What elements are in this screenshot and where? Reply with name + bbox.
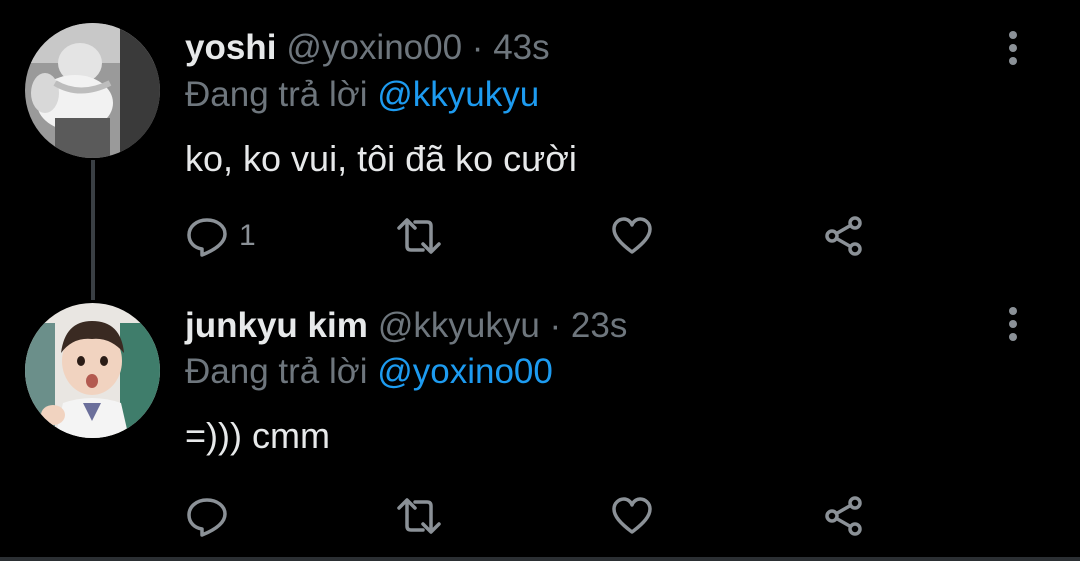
heart-icon	[612, 497, 652, 534]
retweet-icon	[397, 498, 441, 534]
tweet-junkyu-kim[interactable]: junkyu kim @kkyukyu · 23s Đang trả lời @y…	[0, 282, 1080, 557]
replying-prefix: Đang trả lời	[185, 352, 368, 391]
avatar-photo-color	[25, 303, 160, 438]
share-button[interactable]	[822, 493, 866, 539]
replying-to: Đang trả lời @kkyukyu	[185, 73, 539, 117]
heart-icon	[612, 217, 652, 254]
more-vertical-icon[interactable]	[1001, 30, 1025, 66]
avatar-photo-grayscale	[25, 23, 160, 158]
timestamp[interactable]: 43s	[493, 28, 549, 67]
share-icon	[825, 216, 862, 256]
replying-mention[interactable]: @yoxino00	[377, 352, 553, 391]
retweet-button[interactable]	[395, 213, 443, 259]
avatar-yoshi[interactable]	[25, 23, 160, 158]
reply-icon	[187, 498, 227, 537]
share-icon	[825, 496, 862, 536]
retweet-icon	[397, 218, 441, 254]
timestamp[interactable]: 23s	[571, 306, 627, 345]
tweet-text: =))) cmm	[185, 415, 330, 456]
tweet-actions: 1	[185, 213, 885, 259]
handle[interactable]: @kkyukyu	[378, 306, 540, 345]
more-vertical-icon[interactable]	[1001, 306, 1025, 342]
tweet-header: junkyu kim @kkyukyu · 23s	[185, 304, 627, 348]
handle-and-time: @yoxino00 · 43s	[286, 28, 549, 67]
like-button[interactable]	[610, 493, 654, 539]
reply-icon	[187, 218, 227, 257]
like-button[interactable]	[610, 213, 654, 259]
display-name[interactable]: yoshi	[185, 28, 276, 67]
handle[interactable]: @yoxino00	[286, 28, 462, 67]
tweet-actions	[185, 493, 885, 539]
share-button[interactable]	[822, 213, 866, 259]
avatar-junkyu-kim[interactable]	[25, 303, 160, 438]
tweet-header: yoshi @yoxino00 · 43s	[185, 26, 550, 70]
replying-prefix: Đang trả lời	[185, 75, 368, 114]
tweet-text: ko, ko vui, tôi đã ko cười	[185, 138, 577, 179]
replying-to: Đang trả lời @yoxino00	[185, 350, 553, 394]
reply-button[interactable]	[185, 493, 239, 539]
separator-dot: ·	[549, 306, 562, 345]
display-name[interactable]: junkyu kim	[185, 306, 368, 345]
retweet-button[interactable]	[395, 493, 443, 539]
handle-and-time: @kkyukyu · 23s	[378, 306, 628, 345]
reply-button[interactable]: 1	[185, 213, 256, 259]
reply-count: 1	[239, 219, 256, 252]
tweet-yoshi[interactable]: yoshi @yoxino00 · 43s Đang trả lời @kkyuk…	[0, 0, 1080, 282]
replying-mention[interactable]: @kkyukyu	[377, 75, 539, 114]
separator-dot: ·	[471, 28, 484, 67]
bottom-divider	[0, 557, 1080, 561]
